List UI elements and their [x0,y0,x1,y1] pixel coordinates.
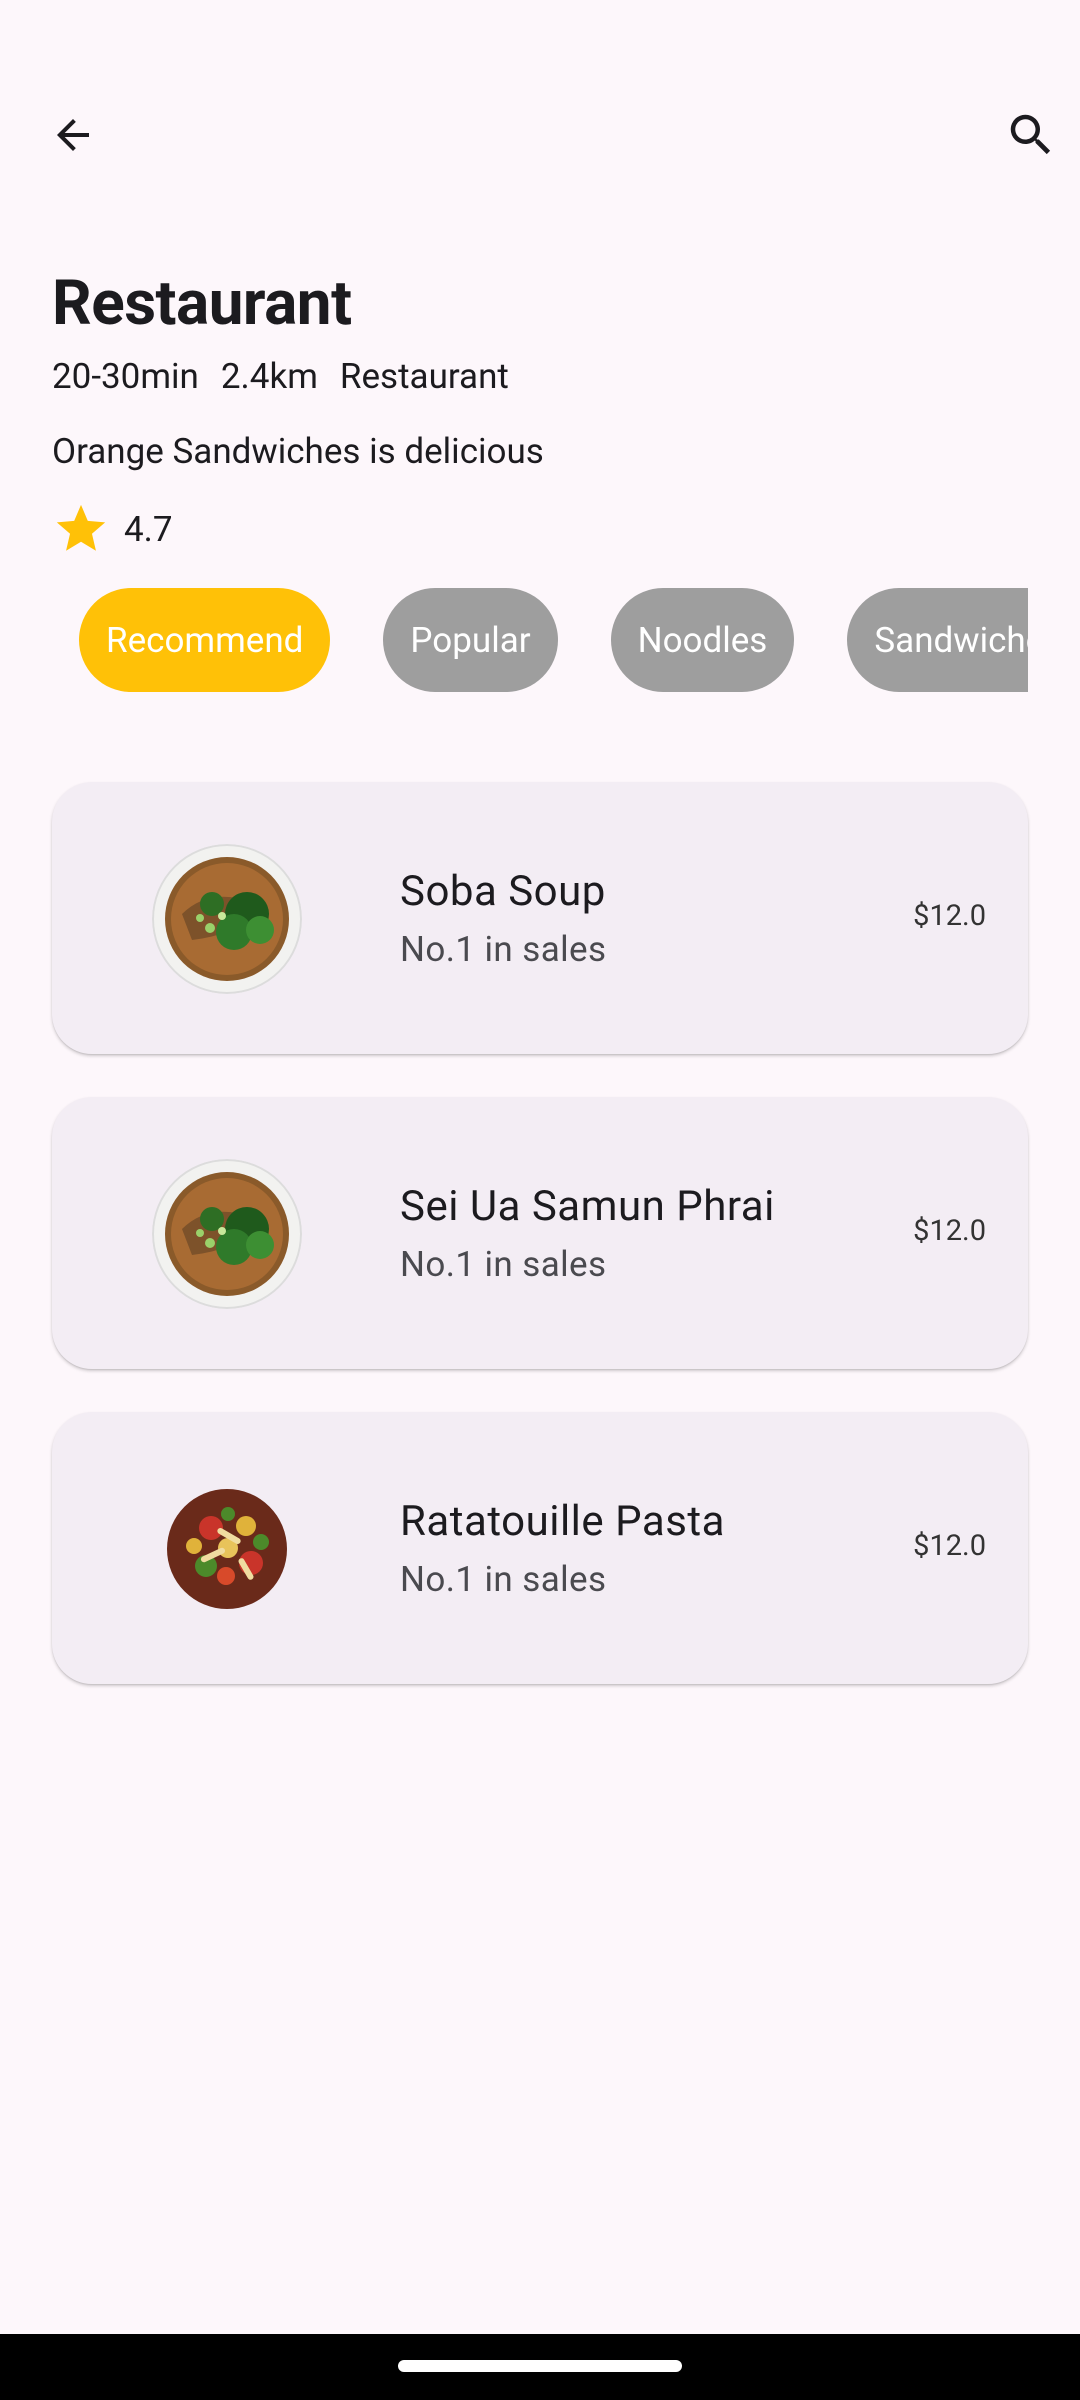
restaurant-category: Restaurant [339,356,509,397]
menu-item-subtitle: No.1 in sales [400,929,607,970]
menu-item-name: Sei Ua Samun Phrai [400,1182,775,1231]
search-icon [1010,114,1051,155]
menu-item-subtitle: No.1 in sales [400,1244,607,1285]
soup-bowl-image [152,844,302,994]
menu-item-price: $12.0 [913,899,986,933]
menu-item-price: $12.0 [913,1529,986,1563]
page-title: Restaurant [52,267,352,340]
salad-plate-image [156,1478,298,1620]
chip-noodles[interactable]: Noodles [610,588,795,692]
restaurant-meta: 20-30min 2.4km Restaurant [52,355,509,399]
menu-item-subtitle: No.1 in sales [400,1559,607,1600]
rating: 4.7 [52,500,173,558]
back-button[interactable] [28,90,118,180]
chip-recommend[interactable]: Recommend [79,588,331,692]
menu-item-name: Ratatouille Pasta [400,1497,725,1546]
rating-value: 4.7 [124,508,173,550]
delivery-time: 20-30min [52,356,199,397]
category-chips[interactable]: Recommend Popular Noodles Sandwiches [52,588,1028,692]
menu-item-card[interactable]: Ratatouille Pasta No.1 in sales $12.0 [52,1412,1028,1684]
menu-item-name: Soba Soup [400,867,606,916]
distance: 2.4km [220,356,318,397]
menu-item-price: $12.0 [913,1214,986,1248]
menu-item-card[interactable]: Soba Soup No.1 in sales $12.0 [52,782,1028,1054]
restaurant-description: Orange Sandwiches is delicious [52,431,544,472]
top-app-bar [0,90,1080,180]
soup-bowl-image [152,1159,302,1309]
menu-item-card[interactable]: Sei Ua Samun Phrai No.1 in sales $12.0 [52,1097,1028,1369]
star-icon [56,504,106,551]
system-navigation-bar [0,2334,1080,2400]
chip-sandwiches[interactable]: Sandwiches [847,588,1028,692]
home-gesture-handle[interactable] [398,2360,682,2372]
search-button[interactable] [986,90,1076,180]
chip-popular[interactable]: Popular [383,588,558,692]
arrow-back-icon [57,119,89,151]
